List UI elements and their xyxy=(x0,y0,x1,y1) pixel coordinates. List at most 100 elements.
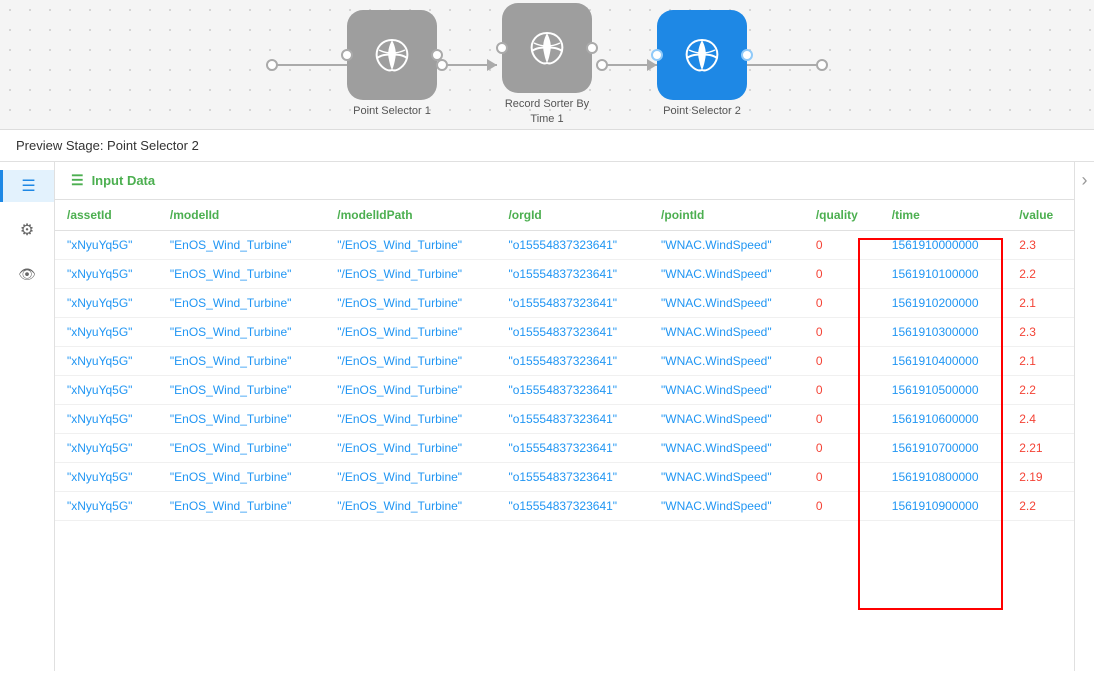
cell-pointid: "WNAC.WindSpeed" xyxy=(649,231,804,260)
cell-modelidpath: "/EnOS_Wind_Turbine" xyxy=(325,405,496,434)
cell-value: 2.2 xyxy=(1007,260,1074,289)
sidebar: ☰ ⚙ 👁 xyxy=(0,162,55,671)
cell-value: 2.2 xyxy=(1007,492,1074,521)
cell-time: 1561910700000 xyxy=(880,434,1007,463)
cell-time: 1561910100000 xyxy=(880,260,1007,289)
cell-modelid: "EnOS_Wind_Turbine" xyxy=(158,463,325,492)
right-edge-panel: › xyxy=(1074,162,1094,671)
col-quality[interactable]: /quality xyxy=(804,200,880,231)
cell-assetid: "xNyuYq5G" xyxy=(55,434,158,463)
canvas-area: Point Selector 1 Record Sorter By Time 1 xyxy=(0,0,1094,130)
node3-port-left xyxy=(651,49,663,61)
table-row: "xNyuYq5G""EnOS_Wind_Turbine""/EnOS_Wind… xyxy=(55,289,1074,318)
node2-port-right xyxy=(586,42,598,54)
cell-quality: 0 xyxy=(804,260,880,289)
table-row: "xNyuYq5G""EnOS_Wind_Turbine""/EnOS_Wind… xyxy=(55,463,1074,492)
cell-time: 1561910200000 xyxy=(880,289,1007,318)
col-value[interactable]: /value xyxy=(1007,200,1074,231)
eye-sidebar-icon[interactable]: 👁 xyxy=(11,258,43,290)
cell-time: 1561910800000 xyxy=(880,463,1007,492)
node1-port-left xyxy=(341,49,353,61)
col-assetid[interactable]: /assetId xyxy=(55,200,158,231)
cell-orgid: "o15554837323641" xyxy=(496,405,649,434)
cell-orgid: "o15554837323641" xyxy=(496,318,649,347)
cell-modelid: "EnOS_Wind_Turbine" xyxy=(158,347,325,376)
cell-pointid: "WNAC.WindSpeed" xyxy=(649,289,804,318)
cell-quality: 0 xyxy=(804,463,880,492)
cell-modelidpath: "/EnOS_Wind_Turbine" xyxy=(325,463,496,492)
right-edge-icon[interactable]: › xyxy=(1082,170,1088,191)
cell-quality: 0 xyxy=(804,231,880,260)
data-table: /assetId /modelId /modelIdPath /orgId /p… xyxy=(55,200,1074,521)
cell-orgid: "o15554837323641" xyxy=(496,434,649,463)
table-container: /assetId /modelId /modelIdPath /orgId /p… xyxy=(55,200,1074,671)
cell-pointid: "WNAC.WindSpeed" xyxy=(649,347,804,376)
cell-pointid: "WNAC.WindSpeed" xyxy=(649,463,804,492)
col-orgid[interactable]: /orgId xyxy=(496,200,649,231)
cell-time: 1561910400000 xyxy=(880,347,1007,376)
cell-assetid: "xNyuYq5G" xyxy=(55,492,158,521)
cell-time: 1561910500000 xyxy=(880,376,1007,405)
cell-assetid: "xNyuYq5G" xyxy=(55,463,158,492)
cell-pointid: "WNAC.WindSpeed" xyxy=(649,434,804,463)
cell-orgid: "o15554837323641" xyxy=(496,376,649,405)
settings-sidebar-icon[interactable]: ⚙ xyxy=(11,214,43,246)
cell-value: 2.3 xyxy=(1007,318,1074,347)
list-icon: ☰ xyxy=(21,176,35,196)
table-row: "xNyuYq5G""EnOS_Wind_Turbine""/EnOS_Wind… xyxy=(55,260,1074,289)
cell-time: 1561910600000 xyxy=(880,405,1007,434)
col-modelid[interactable]: /modelId xyxy=(158,200,325,231)
col-modelidpath[interactable]: /modelIdPath xyxy=(325,200,496,231)
cell-pointid: "WNAC.WindSpeed" xyxy=(649,492,804,521)
cell-value: 2.4 xyxy=(1007,405,1074,434)
cell-pointid: "WNAC.WindSpeed" xyxy=(649,405,804,434)
header-icon: ☰ xyxy=(71,172,84,189)
cell-assetid: "xNyuYq5G" xyxy=(55,318,158,347)
col-time[interactable]: /time xyxy=(880,200,1007,231)
col-pointid[interactable]: /pointId xyxy=(649,200,804,231)
node-point-selector-2[interactable]: Point Selector 2 xyxy=(657,10,747,118)
cell-modelid: "EnOS_Wind_Turbine" xyxy=(158,231,325,260)
table-header-row: /assetId /modelId /modelIdPath /orgId /p… xyxy=(55,200,1074,231)
cell-quality: 0 xyxy=(804,289,880,318)
cell-modelidpath: "/EnOS_Wind_Turbine" xyxy=(325,260,496,289)
list-sidebar-icon[interactable]: ☰ xyxy=(0,170,54,202)
cell-time: 1561910300000 xyxy=(880,318,1007,347)
cell-modelid: "EnOS_Wind_Turbine" xyxy=(158,289,325,318)
cell-modelidpath: "/EnOS_Wind_Turbine" xyxy=(325,376,496,405)
cell-modelidpath: "/EnOS_Wind_Turbine" xyxy=(325,289,496,318)
table-row: "xNyuYq5G""EnOS_Wind_Turbine""/EnOS_Wind… xyxy=(55,376,1074,405)
data-header: ☰ Input Data xyxy=(55,162,1074,200)
table-row: "xNyuYq5G""EnOS_Wind_Turbine""/EnOS_Wind… xyxy=(55,231,1074,260)
cell-assetid: "xNyuYq5G" xyxy=(55,376,158,405)
cell-pointid: "WNAC.WindSpeed" xyxy=(649,260,804,289)
cell-value: 2.3 xyxy=(1007,231,1074,260)
node-record-sorter[interactable]: Record Sorter By Time 1 xyxy=(497,3,597,126)
cell-time: 1561910000000 xyxy=(880,231,1007,260)
table-row: "xNyuYq5G""EnOS_Wind_Turbine""/EnOS_Wind… xyxy=(55,347,1074,376)
cell-time: 1561910900000 xyxy=(880,492,1007,521)
input-data-label: Input Data xyxy=(92,173,156,188)
main-content: ☰ ⚙ 👁 ☰ Input Data /assetId /modelId xyxy=(0,162,1094,671)
cell-quality: 0 xyxy=(804,318,880,347)
cell-quality: 0 xyxy=(804,376,880,405)
cell-value: 2.1 xyxy=(1007,289,1074,318)
cell-quality: 0 xyxy=(804,492,880,521)
node-point-selector-1[interactable]: Point Selector 1 xyxy=(347,10,437,118)
table-row: "xNyuYq5G""EnOS_Wind_Turbine""/EnOS_Wind… xyxy=(55,318,1074,347)
node3-port-right xyxy=(741,49,753,61)
preview-bar: Preview Stage: Point Selector 2 xyxy=(0,130,1094,162)
cell-value: 2.2 xyxy=(1007,376,1074,405)
node2-port-left xyxy=(496,42,508,54)
node2-label: Record Sorter By Time 1 xyxy=(497,97,597,126)
cell-pointid: "WNAC.WindSpeed" xyxy=(649,376,804,405)
eye-icon: 👁 xyxy=(18,266,36,283)
data-area: ☰ Input Data /assetId /modelId /modelIdP… xyxy=(55,162,1074,671)
cell-orgid: "o15554837323641" xyxy=(496,231,649,260)
cell-value: 2.19 xyxy=(1007,463,1074,492)
cell-orgid: "o15554837323641" xyxy=(496,347,649,376)
cell-quality: 0 xyxy=(804,434,880,463)
cell-value: 2.1 xyxy=(1007,347,1074,376)
cell-modelid: "EnOS_Wind_Turbine" xyxy=(158,376,325,405)
table-row: "xNyuYq5G""EnOS_Wind_Turbine""/EnOS_Wind… xyxy=(55,492,1074,521)
